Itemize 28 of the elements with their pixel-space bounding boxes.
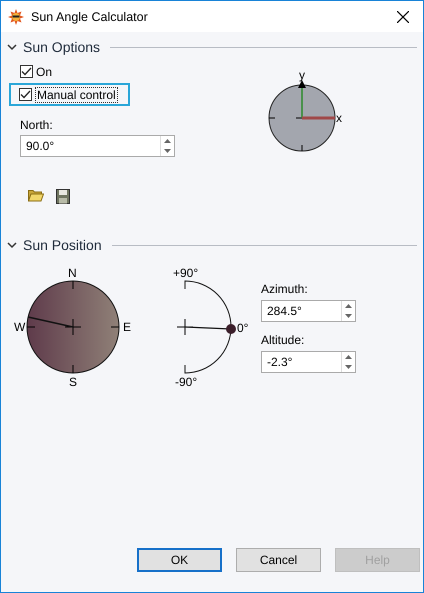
spin-box[interactable]: 90.0°: [20, 135, 175, 157]
up-arrow-icon[interactable]: [345, 355, 352, 359]
field-label: North:: [20, 118, 54, 132]
up-arrow-icon[interactable]: [345, 304, 352, 308]
field-label: Altitude:: [261, 333, 306, 347]
north-field[interactable]: 90.0°: [21, 136, 160, 156]
spin-box[interactable]: -2.3°: [261, 351, 356, 373]
sun-icon: [8, 8, 24, 24]
spin-box[interactable]: 284.5°: [261, 300, 356, 322]
save-icon[interactable]: [56, 189, 70, 204]
dialog-button[interactable]: OK: [137, 548, 222, 572]
section-header[interactable]: Sun Position: [23, 237, 102, 253]
chevron-icon[interactable]: [7, 42, 17, 52]
close-icon[interactable]: [397, 10, 409, 22]
chevron-icon[interactable]: [7, 240, 17, 250]
down-arrow-icon[interactable]: [345, 314, 352, 318]
altitude-dial-drawing: +90° 0° -90°: [143, 264, 255, 389]
down-arrow-icon[interactable]: [345, 365, 352, 369]
checkbox[interactable]: On: [20, 62, 52, 81]
folder-icon[interactable]: [28, 189, 44, 204]
azimuth-field[interactable]: 284.5°: [262, 301, 341, 321]
down-arrow-icon[interactable]: [164, 149, 171, 153]
section-header[interactable]: Sun Options: [23, 39, 100, 55]
field-label: Azimuth:: [261, 282, 309, 296]
dialog-button[interactable]: Cancel: [236, 548, 321, 572]
up-arrow-icon[interactable]: [164, 139, 171, 143]
altitude-field[interactable]: -2.3°: [262, 352, 341, 372]
window-title: Sun Angle Calculator: [31, 10, 149, 24]
